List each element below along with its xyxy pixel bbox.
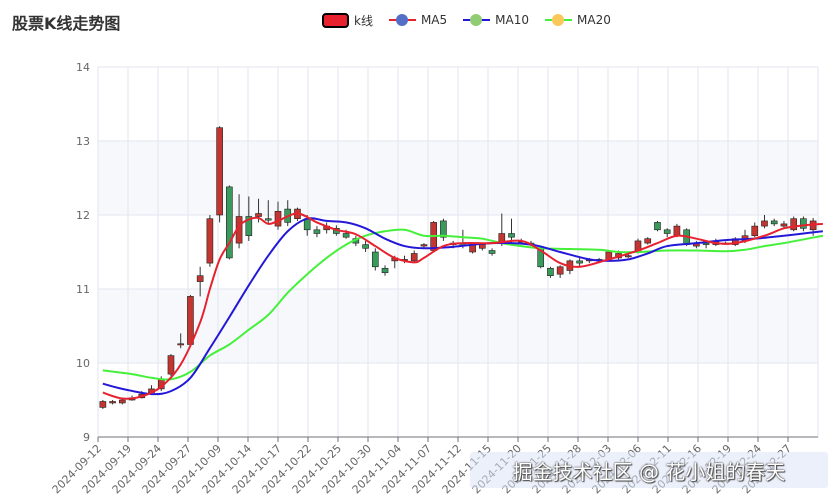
candle bbox=[313, 229, 321, 234]
candle bbox=[362, 244, 369, 249]
candle bbox=[702, 242, 710, 245]
watermark: 掘金技术社区 @ 花小姐的春天 bbox=[470, 452, 828, 488]
candle bbox=[761, 220, 768, 227]
candle bbox=[576, 260, 583, 264]
watermark-text: 掘金技术社区 @ 花小姐的春天 bbox=[512, 459, 786, 484]
y-tick-label: 14 bbox=[76, 61, 90, 74]
candle bbox=[206, 218, 214, 264]
candle bbox=[196, 275, 204, 282]
y-tick-label: 9 bbox=[83, 431, 90, 444]
candle bbox=[216, 127, 223, 216]
candle bbox=[255, 213, 262, 217]
candle bbox=[508, 233, 515, 238]
candle bbox=[99, 401, 107, 408]
candle bbox=[556, 266, 564, 275]
candle bbox=[547, 267, 554, 276]
candle bbox=[420, 244, 428, 247]
candle bbox=[167, 355, 175, 375]
candle bbox=[342, 233, 350, 238]
candle bbox=[479, 244, 486, 249]
candle bbox=[410, 253, 418, 262]
candle bbox=[663, 229, 671, 234]
candle bbox=[654, 222, 661, 231]
y-tick-label: 10 bbox=[76, 357, 90, 370]
candle bbox=[790, 218, 797, 231]
candle bbox=[751, 225, 759, 237]
candle bbox=[371, 251, 379, 268]
y-tick-label: 11 bbox=[76, 283, 90, 296]
candle bbox=[673, 225, 681, 237]
y-tick-label: 12 bbox=[76, 209, 90, 222]
candle bbox=[187, 296, 194, 345]
candle bbox=[264, 218, 272, 221]
candle bbox=[119, 399, 126, 404]
candle bbox=[488, 250, 496, 254]
candle bbox=[644, 238, 652, 244]
candle bbox=[770, 220, 778, 225]
candle bbox=[780, 223, 788, 227]
candlestick-chart: 910111213142024-09-122024-09-192024-09-2… bbox=[50, 61, 824, 496]
y-tick-label: 13 bbox=[76, 135, 90, 148]
candle bbox=[109, 401, 116, 404]
candle bbox=[800, 218, 807, 229]
candle bbox=[381, 267, 389, 274]
candle bbox=[177, 343, 185, 346]
candle bbox=[624, 255, 632, 258]
candle bbox=[274, 211, 282, 227]
